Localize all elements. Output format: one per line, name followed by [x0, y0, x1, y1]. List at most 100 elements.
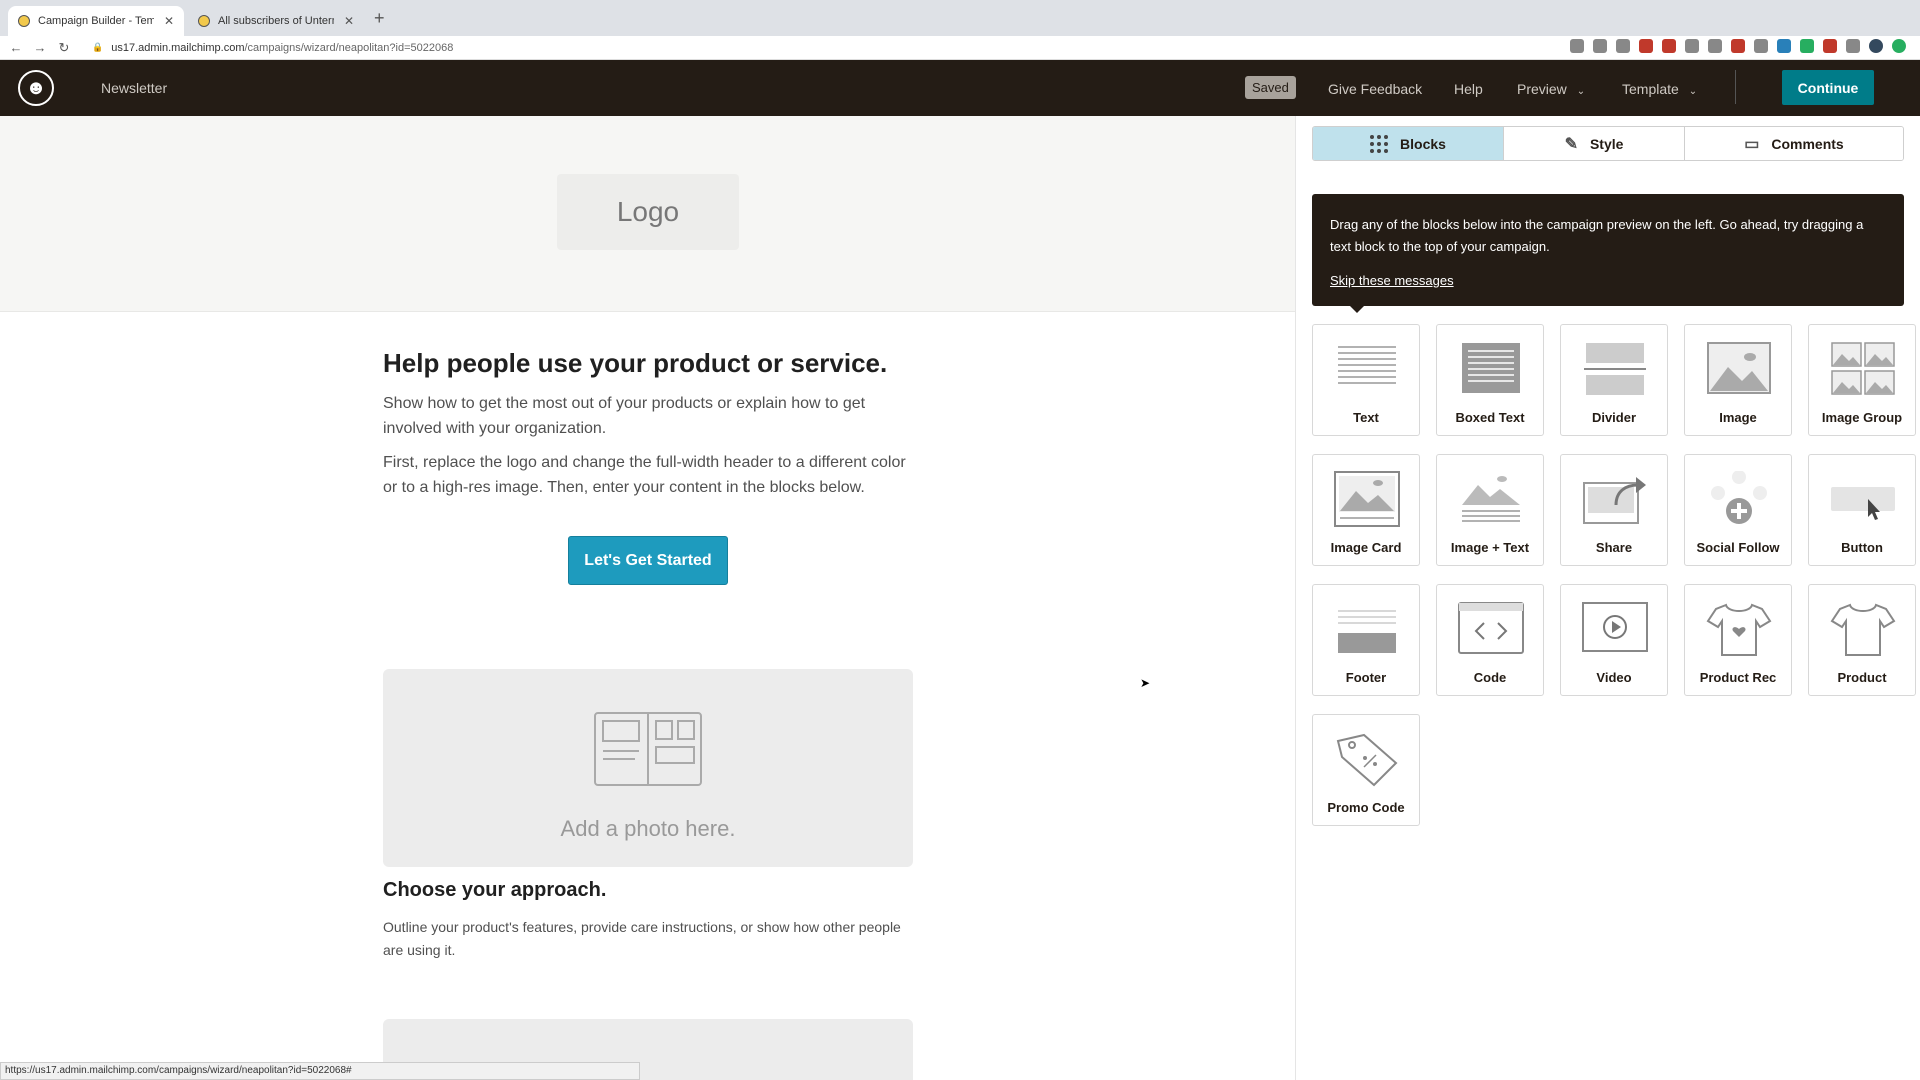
lock-icon: 🔒	[92, 42, 104, 52]
reload-icon[interactable]: ↻	[52, 40, 76, 56]
block-label: Social Follow	[1696, 540, 1780, 555]
block-label: Image Card	[1330, 540, 1402, 555]
extension-icon[interactable]	[1731, 39, 1745, 53]
campaign-name[interactable]: Newsletter	[101, 80, 167, 96]
block-label: Product	[1837, 670, 1887, 685]
extension-icon[interactable]	[1662, 39, 1676, 53]
forward-icon[interactable]: →	[28, 40, 52, 55]
preview-menu[interactable]: Preview ⌄	[1517, 81, 1585, 97]
address-bar: ← → ↻ 🔒 us17.admin.mailchimp.com/campaig…	[0, 36, 1920, 60]
boxed-text-icon	[1462, 343, 1520, 393]
close-tab-icon[interactable]: ✕	[164, 14, 174, 28]
close-tab-icon[interactable]: ✕	[344, 14, 354, 28]
extension-icon[interactable]	[1800, 39, 1814, 53]
get-started-button[interactable]: Let's Get Started	[568, 536, 728, 585]
back-icon[interactable]: ←	[4, 40, 28, 55]
preview-label: Preview	[1517, 81, 1567, 97]
promo-code-icon	[1336, 733, 1398, 787]
block-promo-code[interactable]: Promo Code	[1312, 714, 1420, 826]
tab-style[interactable]: ✎ Style	[1504, 127, 1685, 160]
block-product-rec[interactable]: Product Rec	[1684, 584, 1792, 696]
browser-tab-title: All subscribers of Unternehmen	[218, 15, 334, 27]
extension-icon[interactable]	[1685, 39, 1699, 53]
block-label: Image	[1719, 410, 1757, 425]
url-path: /campaigns/wizard/neapolitan?id=5022068	[244, 41, 454, 54]
block-footer[interactable]: Footer	[1312, 584, 1420, 696]
profile-avatar[interactable]	[1869, 39, 1883, 53]
template-menu[interactable]: Template ⌄	[1622, 81, 1697, 97]
brush-icon: ✎	[1564, 135, 1578, 153]
block-image-card[interactable]: Image Card	[1312, 454, 1420, 566]
reading-list-icon[interactable]	[1846, 39, 1860, 53]
block-code[interactable]: Code	[1436, 584, 1544, 696]
email-heading: Help people use your product or service.	[383, 348, 888, 378]
email-paragraph: First, replace the logo and change the f…	[383, 454, 906, 496]
block-divider[interactable]: Divider	[1560, 324, 1668, 436]
block-label: Divider	[1591, 410, 1637, 425]
editor-panel: Blocks ✎ Style ▭ Comments Drag any of th…	[1297, 116, 1920, 1080]
extension-icon[interactable]	[1823, 39, 1837, 53]
give-feedback-link[interactable]: Give Feedback	[1328, 81, 1422, 97]
section-paragraph[interactable]: Outline your product's features, provide…	[383, 916, 913, 962]
block-image-text[interactable]: Image + Text	[1436, 454, 1544, 566]
template-label: Template	[1622, 81, 1679, 97]
continue-button[interactable]: Continue	[1782, 70, 1874, 105]
block-image[interactable]: Image	[1684, 324, 1792, 436]
grid-icon	[1370, 134, 1389, 153]
button-icon	[1831, 487, 1895, 520]
mouse-cursor-icon: ➤	[1140, 676, 1151, 690]
zoom-icon[interactable]	[1593, 39, 1607, 53]
product-icon	[1830, 603, 1896, 656]
new-tab-icon[interactable]: +	[374, 8, 385, 29]
block-share[interactable]: Share	[1560, 454, 1668, 566]
block-button[interactable]: Button	[1808, 454, 1916, 566]
help-tip: Drag any of the blocks below into the ca…	[1312, 194, 1904, 306]
tab-blocks[interactable]: Blocks	[1313, 127, 1504, 160]
tab-blocks-label: Blocks	[1400, 135, 1446, 152]
block-product[interactable]: Product	[1808, 584, 1916, 696]
video-icon	[1582, 602, 1648, 652]
campaign-preview: Logo Help people use your product or ser…	[0, 116, 1296, 1080]
help-link[interactable]: Help	[1454, 81, 1483, 97]
layout-book-icon	[594, 712, 702, 786]
block-label: Image + Text	[1450, 540, 1530, 555]
email-body-text[interactable]: Help people use your product or service.…	[383, 348, 913, 585]
browser-status-url: https://us17.admin.mailchimp.com/campaig…	[0, 1062, 640, 1080]
divider-icon	[1584, 343, 1646, 395]
browser-tab-subscribers[interactable]: All subscribers of Unternehmen ✕	[188, 6, 364, 36]
url-host: us17.admin.mailchimp.com	[111, 41, 245, 54]
url-field[interactable]: 🔒 us17.admin.mailchimp.com/campaigns/wiz…	[92, 42, 453, 54]
logo-placeholder[interactable]: Logo	[557, 174, 739, 250]
browser-tab-bar: Campaign Builder - Template D ✕ All subs…	[0, 0, 1920, 36]
saved-badge: Saved	[1245, 76, 1296, 99]
skip-messages-link[interactable]: Skip these messages	[1330, 270, 1454, 292]
social-follow-icon	[1711, 471, 1767, 524]
extension-icon[interactable]	[1708, 39, 1722, 53]
block-text[interactable]: Text	[1312, 324, 1420, 436]
browser-tab-campaign-builder[interactable]: Campaign Builder - Template D ✕	[8, 6, 184, 36]
tab-comments-label: Comments	[1771, 135, 1844, 152]
photo-placeholder[interactable]: Add a photo here.	[383, 669, 913, 867]
chevron-down-icon: ⌄	[1576, 86, 1586, 97]
help-tip-text: Drag any of the blocks below into the ca…	[1330, 217, 1864, 254]
star-icon[interactable]	[1616, 39, 1630, 53]
extension-icon[interactable]	[1639, 39, 1653, 53]
image-icon	[1707, 342, 1771, 394]
extension-icon[interactable]	[1754, 39, 1768, 53]
section-heading[interactable]: Choose your approach.	[383, 879, 606, 902]
block-social-follow[interactable]: Social Follow	[1684, 454, 1792, 566]
block-image-group[interactable]: Image Group	[1808, 324, 1916, 436]
block-video[interactable]: Video	[1560, 584, 1668, 696]
block-label: Image Group	[1821, 410, 1903, 425]
extension-icon[interactable]	[1777, 39, 1791, 53]
footer-icon	[1338, 610, 1396, 653]
block-boxed-text[interactable]: Boxed Text	[1436, 324, 1544, 436]
app-header: ☻ Newsletter Saved Give Feedback Help Pr…	[0, 60, 1920, 116]
email-header-section[interactable]: Logo	[0, 116, 1295, 312]
extension-icon[interactable]	[1892, 39, 1906, 53]
browser-tab-title: Campaign Builder - Template D	[38, 15, 154, 27]
translate-icon[interactable]	[1570, 39, 1584, 53]
photo-placeholder-text: Add a photo here.	[560, 816, 736, 841]
tab-comments[interactable]: ▭ Comments	[1685, 127, 1903, 160]
mailchimp-logo-icon[interactable]: ☻	[18, 70, 54, 106]
